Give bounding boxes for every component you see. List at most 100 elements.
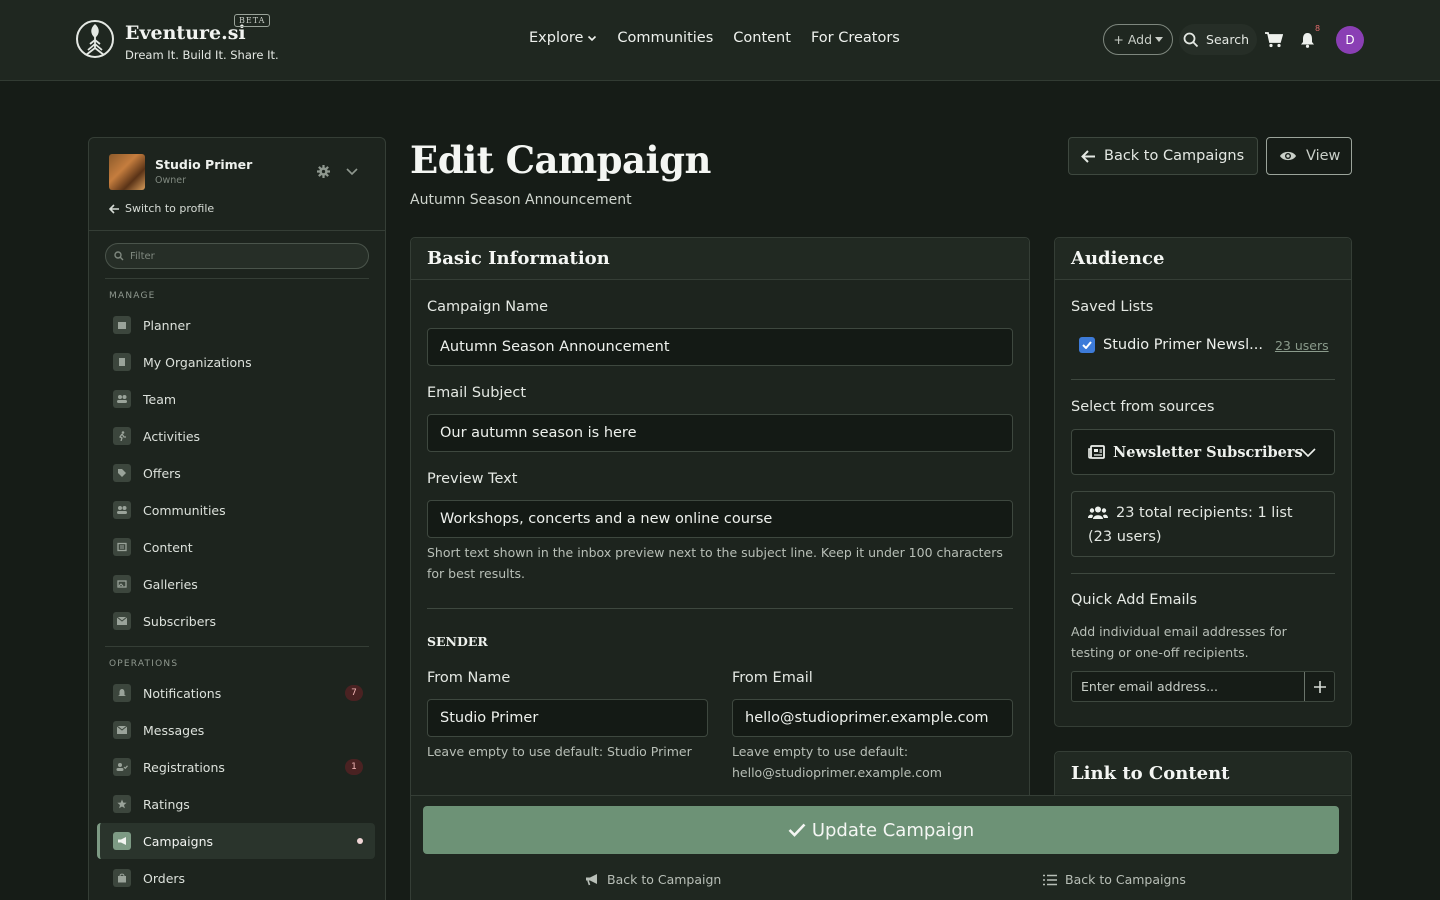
campaign-name-label: Campaign Name [427, 299, 549, 315]
shopping-bag-icon [113, 869, 131, 887]
cart-icon[interactable] [1265, 31, 1283, 48]
operations-section-title: OPERATIONS [109, 659, 179, 669]
sender-section-title: SENDER [427, 634, 488, 649]
chevron-down-icon [1300, 447, 1316, 457]
update-campaign-button[interactable]: Update Campaign [423, 806, 1339, 854]
sidebar-item-label: Offers [143, 465, 181, 481]
back-to-campaigns-link[interactable]: Back to Campaigns [1043, 872, 1186, 887]
email-subject-label: Email Subject [427, 385, 527, 401]
nav-communities[interactable]: Communities [617, 30, 713, 46]
saved-list-checkbox[interactable] [1079, 337, 1095, 353]
from-email-help-line-1: Leave empty to use default: [732, 744, 909, 759]
quick-add-email-input[interactable]: Enter email address... [1072, 679, 1304, 694]
sidebar-item-galleries[interactable]: Galleries [97, 566, 375, 602]
profile-role: Owner [155, 175, 187, 186]
sidebar-item-team[interactable]: Team [97, 381, 375, 417]
active-dot [357, 838, 363, 844]
search-button[interactable]: Search [1179, 24, 1257, 55]
page-title: Edit Campaign [410, 138, 711, 182]
bell-icon [113, 684, 131, 702]
back-to-campaign-label: Back to Campaign [607, 872, 722, 887]
campaign-name-value: Autumn Season Announcement [440, 339, 670, 355]
sidebar-item-planner[interactable]: Planner [97, 307, 375, 343]
recipients-users: (23 users) [1088, 529, 1162, 545]
arrow-left-icon [109, 203, 119, 214]
divider [89, 230, 385, 231]
source-select-value: Newsletter Subscribers [1113, 443, 1303, 461]
megaphone-icon [586, 874, 597, 886]
preview-text-help: Short text shown in the inbox preview ne… [427, 542, 1017, 584]
user-avatar[interactable]: D [1336, 25, 1364, 54]
source-select[interactable]: Newsletter Subscribers [1071, 429, 1335, 475]
sidebar-item-notifications[interactable]: Notifications 7 [97, 675, 375, 711]
notifications-button[interactable]: 8 [1300, 24, 1320, 48]
quick-help-line-1: Add individual email addresses for [1071, 624, 1287, 639]
tag-icon [113, 464, 131, 482]
megaphone-icon [113, 832, 131, 850]
sidebar-item-content[interactable]: Content [97, 529, 375, 565]
recipients-summary: 23 total recipients: 1 list (23 users) [1071, 491, 1335, 557]
sidebar-item-communities[interactable]: Communities [97, 492, 375, 528]
sidebar-item-messages[interactable]: Messages [97, 712, 375, 748]
sidebar-item-label: Content [143, 539, 193, 555]
back-to-campaigns-button[interactable]: Back to Campaigns [1068, 137, 1258, 175]
brand-logo[interactable]: Eventure.si Dream It. Build It. Share It… [74, 14, 279, 62]
sidebar-item-registrations[interactable]: Registrations 1 [97, 749, 375, 785]
basic-information-title: Basic Information [411, 238, 1029, 280]
view-button[interactable]: View [1266, 137, 1352, 175]
back-to-campaign-link[interactable]: Back to Campaign [585, 872, 721, 887]
preview-text-input[interactable]: Workshops, concerts and a new online cou… [427, 500, 1013, 538]
add-button-label: + Add [1113, 32, 1153, 47]
sidebar-item-my-organizations[interactable]: My Organizations [97, 344, 375, 380]
action-bar: Update Campaign Back to Campaign Back to… [410, 795, 1352, 900]
filter-input[interactable]: Filter [105, 243, 369, 269]
users-icon [113, 390, 131, 408]
quick-add-email-group: Enter email address... [1071, 671, 1335, 702]
plus-icon [1313, 680, 1326, 693]
running-icon [113, 427, 131, 445]
sidebar-item-ratings[interactable]: Ratings [97, 786, 375, 822]
sidebar-item-label: Orders [143, 870, 186, 886]
sidebar-item-campaigns[interactable]: Campaigns [97, 823, 375, 859]
email-subject-input[interactable]: Our autumn season is here [427, 414, 1013, 452]
sidebar-item-label: My Organizations [143, 354, 252, 370]
from-name-input[interactable]: Studio Primer [427, 699, 708, 737]
nav-for-creators[interactable]: For Creators [811, 30, 900, 46]
sidebar-item-subscribers[interactable]: Subscribers [97, 603, 375, 639]
add-email-button[interactable] [1304, 672, 1334, 701]
update-campaign-label: Update Campaign [811, 819, 975, 841]
profile-switcher[interactable]: Studio Primer Owner [109, 154, 252, 190]
beta-badge: BETA [234, 14, 271, 27]
nav-explore[interactable]: Explore [529, 30, 597, 46]
images-icon [113, 575, 131, 593]
from-email-input[interactable]: hello@studioprimer.example.com [732, 699, 1013, 737]
campaign-name-input[interactable]: Autumn Season Announcement [427, 328, 1013, 366]
sidebar-item-orders[interactable]: Orders [97, 860, 375, 896]
sidebar-item-label: Campaigns [143, 833, 214, 849]
back-label: Back to Campaigns [1104, 148, 1245, 164]
sidebar-item-label: Subscribers [143, 613, 217, 629]
gear-icon[interactable] [317, 165, 330, 178]
list-icon [1043, 874, 1057, 885]
search-label: Search [1206, 32, 1249, 47]
main-nav: Explore Communities Content For Creators [529, 30, 900, 46]
chevron-down-icon[interactable] [346, 167, 358, 176]
search-icon [114, 251, 124, 261]
sidebar-item-offers[interactable]: Offers [97, 455, 375, 491]
nav-content[interactable]: Content [733, 30, 791, 46]
sidebar-item-label: Planner [143, 317, 191, 333]
tree-logo-icon [76, 20, 114, 58]
saved-list-item[interactable]: Studio Primer Newsl... 23 users [1079, 337, 1329, 353]
sidebar-item-label: Communities [143, 502, 226, 518]
add-button[interactable]: + Add [1103, 24, 1174, 55]
sidebar-item-activities[interactable]: Activities [97, 418, 375, 454]
page-subtitle: Autumn Season Announcement [410, 192, 632, 208]
switch-to-profile-link[interactable]: Switch to profile [109, 202, 214, 215]
envelope-icon [113, 721, 131, 739]
divider [1071, 379, 1335, 380]
from-email-value: hello@studioprimer.example.com [745, 710, 989, 726]
saved-list-users-link[interactable]: 23 users [1275, 338, 1329, 353]
eye-icon [1280, 151, 1296, 161]
saved-lists-label: Saved Lists [1071, 299, 1154, 315]
divider [105, 278, 369, 279]
